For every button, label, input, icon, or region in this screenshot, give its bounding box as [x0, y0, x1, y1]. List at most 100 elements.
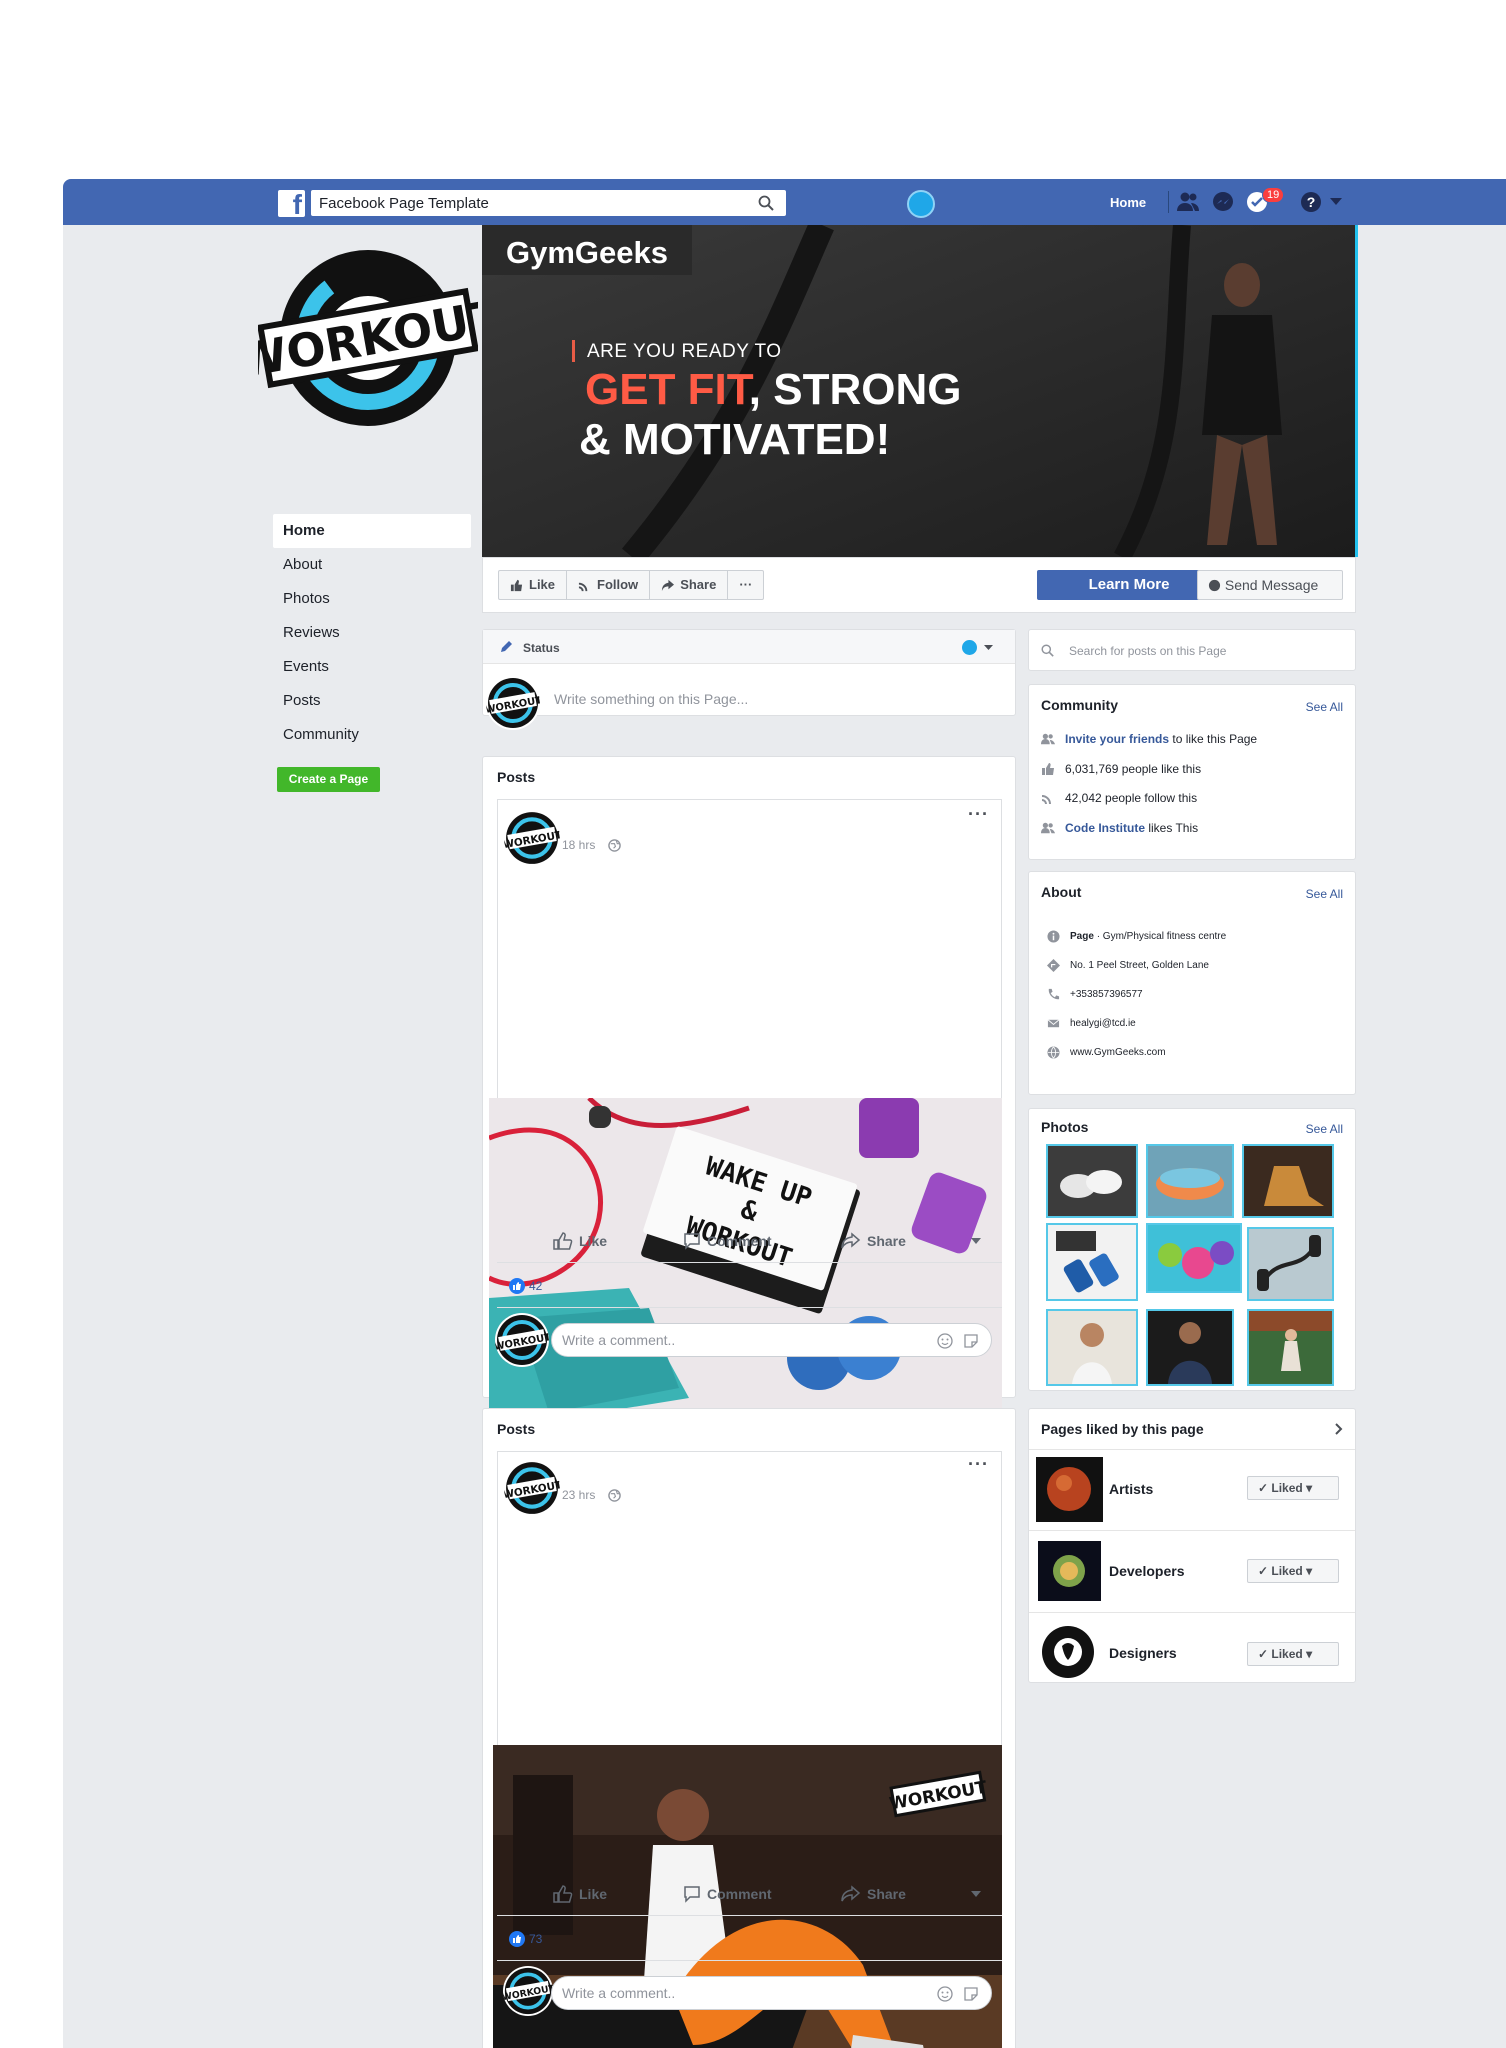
- sticker-icon[interactable]: [963, 1986, 979, 2002]
- about-website[interactable]: www.GymGeeks.com: [1070, 1047, 1166, 1058]
- commenter-avatar[interactable]: WORKOUT: [503, 1966, 553, 2016]
- liked-button[interactable]: ✓ Liked ▾: [1247, 1642, 1339, 1666]
- nav-item-events[interactable]: Events: [273, 650, 471, 684]
- reaction-summary[interactable]: 73: [509, 1931, 542, 1947]
- photo-thumbnail[interactable]: [1046, 1223, 1138, 1301]
- page-logo[interactable]: WORKOUT: [258, 243, 478, 433]
- photo-thumbnail[interactable]: [1146, 1223, 1242, 1293]
- post-options-icon[interactable]: ···: [968, 1454, 989, 1475]
- liked-page-name[interactable]: Artists: [1109, 1481, 1153, 1497]
- cover-page-title: GymGeeks: [482, 225, 692, 275]
- photo-thumbnail[interactable]: [1242, 1144, 1334, 1218]
- community-see-all-link[interactable]: See All: [1306, 700, 1343, 714]
- post-share-button[interactable]: Share: [841, 1232, 971, 1250]
- post-author-avatar[interactable]: WORKOUT: [504, 1460, 560, 1516]
- liked-button[interactable]: ✓ Liked ▾: [1247, 1476, 1339, 1500]
- liked-page-name[interactable]: Designers: [1109, 1645, 1177, 1661]
- commenter-avatar[interactable]: WORKOUT: [495, 1313, 549, 1367]
- cover-tagline-accent: GET FIT: [585, 365, 749, 414]
- notification-badge: 19: [1262, 187, 1285, 203]
- photo-thumbnail[interactable]: [1247, 1227, 1334, 1301]
- cover-edge-accent: [1355, 225, 1358, 557]
- page-post-search[interactable]: Search for posts on this Page: [1028, 629, 1356, 671]
- post-share-button[interactable]: Share: [841, 1885, 971, 1903]
- post-timestamp[interactable]: 23 hrs: [562, 1488, 595, 1502]
- emoji-icon[interactable]: [937, 1333, 953, 1349]
- chevron-down-icon[interactable]: [971, 1238, 981, 1244]
- facebook-logo-icon[interactable]: f: [278, 190, 305, 217]
- comment-input[interactable]: Write a comment..: [551, 1976, 992, 2010]
- about-see-all-link[interactable]: See All: [1306, 887, 1343, 901]
- status-tab[interactable]: Status: [523, 641, 560, 655]
- about-phone[interactable]: +353857396577: [1070, 989, 1143, 1000]
- page-post-search-placeholder: Search for posts on this Page: [1069, 644, 1227, 658]
- home-link[interactable]: Home: [1110, 195, 1146, 210]
- send-message-button[interactable]: Send Message: [1197, 570, 1343, 600]
- chevron-down-icon[interactable]: [984, 645, 993, 651]
- comment-input[interactable]: Write a comment..: [551, 1323, 992, 1357]
- about-email[interactable]: healygi@tcd.ie: [1070, 1018, 1136, 1029]
- chevron-down-icon[interactable]: [1330, 197, 1342, 207]
- profile-avatar[interactable]: [907, 190, 935, 218]
- liked-button-label: Liked: [1271, 1564, 1303, 1578]
- photo-thumbnail[interactable]: [1247, 1309, 1334, 1386]
- liked-button[interactable]: ✓ Liked ▾: [1247, 1559, 1339, 1583]
- photo-thumbnail[interactable]: [1046, 1144, 1138, 1218]
- nav-item-posts[interactable]: Posts: [273, 684, 471, 718]
- liker-link[interactable]: Code Institute: [1065, 821, 1145, 835]
- like-reaction-icon: [509, 1278, 525, 1294]
- artists-page-avatar[interactable]: [1036, 1457, 1103, 1522]
- about-page-label: Page: [1070, 931, 1094, 942]
- search-input[interactable]: Facebook Page Template: [311, 190, 786, 216]
- comment-icon: [684, 1886, 700, 1903]
- nav-item-reviews[interactable]: Reviews: [273, 616, 471, 650]
- post-options-icon[interactable]: ···: [968, 804, 989, 825]
- nav-item-photos[interactable]: Photos: [273, 582, 471, 616]
- post-actions: Like Comment Share: [553, 1232, 993, 1250]
- photos-see-all-link[interactable]: See All: [1306, 1122, 1343, 1136]
- invite-friends-link[interactable]: Invite your friends: [1065, 732, 1169, 746]
- post-comment-label: Comment: [707, 1233, 772, 1249]
- more-options-button[interactable]: ···: [728, 571, 763, 599]
- post-comment-button[interactable]: Comment: [683, 1232, 841, 1250]
- page-avatar[interactable]: WORKOUT: [486, 676, 540, 730]
- chevron-down-icon[interactable]: [971, 1891, 981, 1897]
- post-author-avatar[interactable]: WORKOUT: [504, 810, 560, 866]
- cover-photo[interactable]: GymGeeks ARE YOU READY TO GET FIT, STRON…: [482, 225, 1356, 557]
- audience-selector-icon[interactable]: [962, 640, 977, 655]
- status-input[interactable]: Write something on this Page...: [554, 691, 748, 707]
- cover-tagline-line1: GET FIT, STRONG: [585, 365, 961, 415]
- learn-more-button[interactable]: Learn More: [1037, 570, 1221, 600]
- emoji-icon[interactable]: [937, 1986, 953, 2002]
- designers-page-avatar[interactable]: [1038, 1624, 1099, 1680]
- photo-thumbnail[interactable]: [1146, 1309, 1234, 1386]
- nav-item-community[interactable]: Community: [273, 718, 471, 752]
- share-page-button[interactable]: Share: [650, 571, 729, 599]
- globe-icon: [608, 1489, 621, 1502]
- help-icon[interactable]: ?: [1299, 191, 1323, 213]
- sticker-icon[interactable]: [963, 1333, 979, 1349]
- nav-item-home[interactable]: Home: [273, 514, 471, 548]
- search-icon[interactable]: [758, 195, 774, 211]
- post-timestamp[interactable]: 18 hrs: [562, 838, 595, 852]
- posts-section-title: Posts: [497, 769, 536, 785]
- photo-thumbnail[interactable]: [1146, 1144, 1234, 1218]
- comment-icon: [684, 1233, 700, 1250]
- reaction-summary[interactable]: 42: [509, 1278, 542, 1294]
- globe-icon: [1047, 1046, 1060, 1059]
- about-phone-row: +353857396577: [1047, 988, 1143, 1001]
- liked-page-name[interactable]: Developers: [1109, 1563, 1184, 1579]
- post-comment-button[interactable]: Comment: [683, 1885, 841, 1903]
- post-like-button[interactable]: Like: [553, 1232, 683, 1250]
- photo-thumbnail[interactable]: [1046, 1309, 1138, 1386]
- post-like-button[interactable]: Like: [553, 1885, 683, 1903]
- chevron-right-icon[interactable]: [1335, 1423, 1343, 1435]
- create-page-button[interactable]: Create a Page: [277, 767, 380, 792]
- nav-item-about[interactable]: About: [273, 548, 471, 582]
- developers-page-avatar[interactable]: [1038, 1541, 1101, 1601]
- post-actions: Like Comment Share: [553, 1885, 993, 1903]
- like-page-button[interactable]: Like: [499, 571, 568, 599]
- friend-requests-icon[interactable]: [1176, 191, 1200, 213]
- follow-page-button[interactable]: Follow: [567, 571, 651, 599]
- messenger-icon[interactable]: [1211, 191, 1235, 213]
